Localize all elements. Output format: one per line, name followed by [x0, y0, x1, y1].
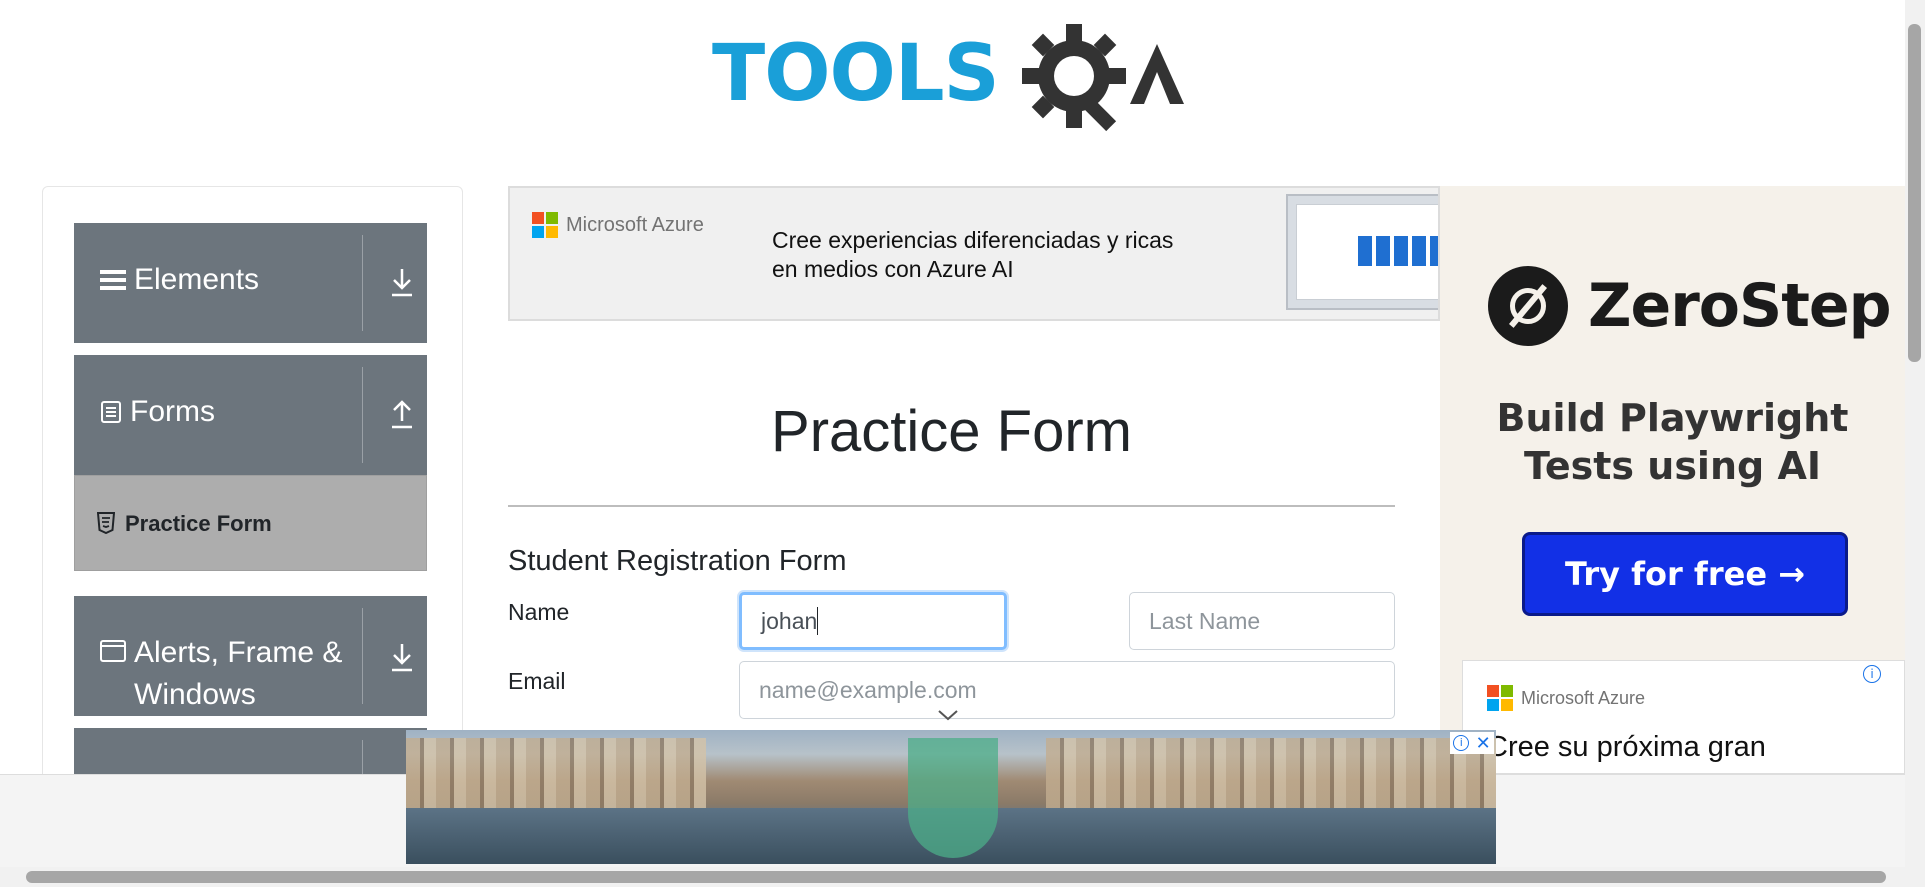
hamburger-icon: [100, 270, 126, 290]
email-input[interactable]: name@example.com: [739, 661, 1395, 719]
sidebar-group-label-line1: Alerts, Frame &: [134, 636, 343, 669]
ad-info-icon[interactable]: i: [1863, 665, 1881, 683]
zerostep-headline-line2: Tests using AI: [1523, 444, 1821, 488]
divider: [362, 367, 363, 463]
ad-info-icon[interactable]: i: [1453, 735, 1470, 751]
html5-icon: [97, 512, 115, 534]
ad-banner-top[interactable]: Microsoft Azure Cree experiencias difere…: [508, 186, 1440, 321]
try-for-free-button[interactable]: Try for free →: [1522, 532, 1848, 616]
sidebar-group-label: Forms: [130, 395, 215, 428]
title-divider: [508, 505, 1395, 507]
ad-brand: Microsoft Azure: [1521, 687, 1646, 708]
toolsqa-logo[interactable]: TOOLS QA: [712, 22, 1194, 136]
ad-text: Cree su próxima gran: [1487, 731, 1766, 763]
sidebar-group-forms[interactable]: Forms: [74, 355, 427, 475]
divider: [362, 608, 363, 704]
zerostep-logo: ZeroStep: [1488, 266, 1892, 346]
ad-shield-logo: [908, 738, 998, 858]
zerostep-brand: ZeroStep: [1588, 271, 1892, 341]
ad-line2: en medios con Azure AI: [772, 256, 1014, 282]
form-title: Student Registration Form: [508, 545, 847, 577]
sidebar-item-practice-form[interactable]: Practice Form: [74, 475, 427, 571]
text-cursor: [817, 607, 819, 635]
sidebar-group-elements[interactable]: Elements: [74, 223, 427, 343]
divider: [362, 235, 363, 331]
logo-gear-qa: QA: [1022, 22, 1184, 132]
download-arrow-icon[interactable]: [388, 265, 416, 299]
zerostep-icon: [1488, 266, 1568, 346]
upload-arrow-icon[interactable]: [388, 397, 416, 431]
logo-suffix: QA: [1022, 22, 1024, 23]
ad-banner-bottom[interactable]: [406, 730, 1496, 864]
last-name-input[interactable]: Last Name: [1129, 592, 1395, 650]
microsoft-azure-logo: Microsoft Azure: [1487, 685, 1645, 711]
sidebar-group-label-line2: Windows: [134, 678, 256, 711]
vertical-scrollbar-thumb[interactable]: [1908, 24, 1921, 362]
email-label: Email: [508, 668, 566, 694]
ad-close-icon[interactable]: ✕: [1476, 733, 1491, 754]
document-icon: [101, 401, 121, 423]
sidebar-group-alerts[interactable]: Alerts, Frame & Windows: [74, 596, 427, 716]
microsoft-icon: [532, 212, 558, 238]
ad-azure-small[interactable]: Microsoft Azure i Cree su próxima gran: [1462, 660, 1905, 774]
ad-brand: Microsoft Azure: [566, 213, 704, 236]
logo-text: TOOLS: [712, 29, 1000, 119]
first-name-value: johan: [761, 607, 818, 634]
name-label: Name: [508, 599, 570, 625]
chevron-down-icon[interactable]: [937, 708, 959, 722]
window-icon: [100, 640, 126, 662]
ad-controls: i ✕: [1450, 732, 1494, 754]
horizontal-scrollbar-thumb[interactable]: [26, 871, 1886, 883]
ad-laptop-image: [1286, 194, 1438, 310]
download-arrow-icon[interactable]: [388, 640, 416, 674]
microsoft-azure-logo: Microsoft Azure: [532, 212, 704, 238]
first-name-input[interactable]: johan: [739, 592, 1007, 650]
microsoft-icon: [1487, 685, 1513, 711]
sidebar-item-label: Practice Form: [125, 511, 272, 536]
page-title: Practice Form: [771, 399, 1132, 464]
ad-line1: Cree experiencias diferenciadas y ricas: [772, 227, 1174, 253]
zerostep-headline-line1: Build Playwright: [1496, 396, 1849, 440]
sidebar-group-label: Elements: [134, 263, 260, 296]
